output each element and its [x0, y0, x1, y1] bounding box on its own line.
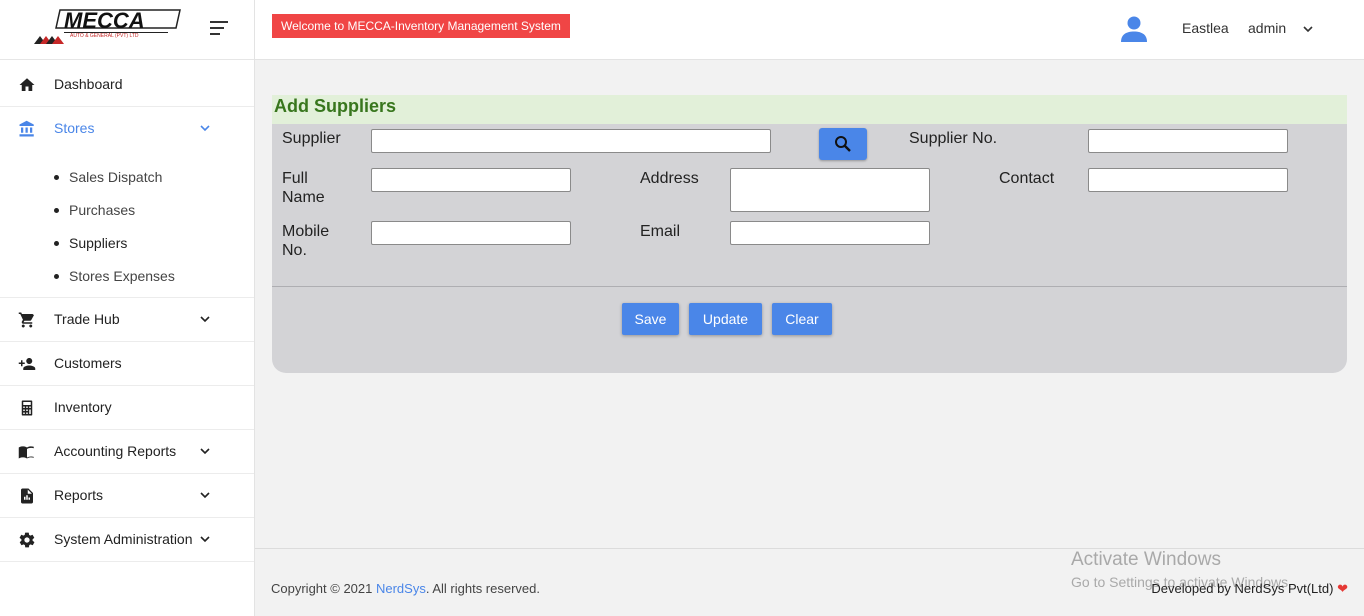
submenu-item-suppliers[interactable]: Suppliers — [54, 235, 127, 251]
heart-icon: ❤ — [1337, 581, 1348, 596]
branch-name: Eastlea — [1182, 20, 1229, 36]
sidebar-item-accounting-reports[interactable]: Accounting Reports — [0, 430, 254, 474]
chevron-down-icon — [200, 316, 210, 323]
user-avatar-icon[interactable] — [1119, 14, 1149, 44]
chevron-down-icon — [200, 448, 210, 455]
sidebar-item-stores[interactable]: Stores — [0, 107, 254, 151]
copyright-text: Copyright © 2021 NerdSys. All rights res… — [271, 581, 540, 596]
add-person-icon — [18, 358, 36, 370]
company-link[interactable]: NerdSys — [376, 581, 426, 596]
topbar: Welcome to MECCA-Inventory Management Sy… — [255, 0, 1364, 60]
sidebar: MECCA AUTO & GENERAL (PVT) LTD Dashboard… — [0, 0, 255, 616]
username[interactable]: admin — [1248, 20, 1286, 36]
update-button[interactable]: Update — [689, 303, 762, 335]
full-name-field[interactable] — [371, 168, 571, 192]
sidebar-item-label: System Administration — [54, 531, 193, 547]
sidebar-item-trade-hub[interactable]: Trade Hub — [0, 298, 254, 342]
supplier-no-field[interactable] — [1088, 129, 1288, 153]
sidebar-item-system-administration[interactable]: System Administration — [0, 518, 254, 562]
mecca-logo: MECCA AUTO & GENERAL (PVT) LTD — [34, 8, 181, 44]
developed-by-text: Developed by NerdSys Pvt(Ltd) ❤ — [1151, 581, 1348, 596]
sidebar-item-label: Reports — [54, 487, 104, 503]
search-button[interactable] — [819, 128, 867, 160]
chevron-down-icon — [200, 125, 210, 132]
search-icon — [835, 136, 851, 152]
clear-button[interactable]: Clear — [772, 303, 832, 335]
sidebar-item-label: Stores — [54, 120, 95, 136]
gear-icon — [19, 532, 35, 548]
sidebar-item-label: Customers — [54, 355, 122, 371]
sidebar-item-customers[interactable]: Customers — [0, 342, 254, 386]
mobile-no-field[interactable] — [371, 221, 571, 245]
book-icon — [18, 446, 34, 459]
footer: Activate Windows Go to Settings to activ… — [255, 548, 1364, 616]
mobile-no-label: Mobile No. — [282, 223, 330, 259]
sidebar-item-label: Trade Hub — [54, 311, 120, 327]
submenu-item-purchases[interactable]: Purchases — [54, 202, 135, 218]
save-button[interactable]: Save — [622, 303, 679, 335]
page-title: Add Suppliers — [274, 96, 397, 116]
chevron-down-icon — [200, 536, 210, 543]
sidebar-item-label: Accounting Reports — [54, 443, 177, 459]
submenu-item-sales-dispatch[interactable]: Sales Dispatch — [54, 169, 162, 185]
menu-toggle-icon[interactable] — [210, 21, 230, 37]
sidebar-item-label: Inventory — [54, 399, 112, 415]
svg-text:AUTO & GENERAL (PVT) LTD: AUTO & GENERAL (PVT) LTD — [70, 33, 139, 39]
supplier-label: Supplier — [282, 130, 341, 147]
logo-area: MECCA AUTO & GENERAL (PVT) LTD — [0, 0, 254, 60]
address-label: Address — [640, 170, 699, 187]
bank-icon — [19, 120, 34, 137]
cart-icon — [18, 312, 34, 328]
welcome-banner: Welcome to MECCA-Inventory Management Sy… — [272, 14, 570, 38]
card-header: Add Suppliers — [272, 95, 1347, 124]
chevron-down-icon[interactable] — [1302, 23, 1314, 35]
submenu-item-stores-expenses[interactable]: Stores Expenses — [54, 268, 175, 284]
sidebar-item-dashboard[interactable]: Dashboard — [0, 63, 254, 107]
sidebar-item-reports[interactable]: Reports — [0, 474, 254, 518]
home-icon — [19, 78, 35, 91]
email-field[interactable] — [730, 221, 930, 245]
supplier-form: Supplier Supplier No. Full Name Address C… — [272, 124, 1347, 373]
divider — [272, 286, 1347, 287]
contact-field[interactable] — [1088, 168, 1288, 192]
calculator-icon — [21, 400, 33, 416]
chevron-down-icon — [200, 492, 210, 499]
sidebar-item-inventory[interactable]: Inventory — [0, 386, 254, 430]
report-icon — [21, 488, 33, 504]
contact-label: Contact — [999, 170, 1055, 187]
supplier-search-input[interactable] — [371, 129, 771, 153]
sidebar-item-label: Dashboard — [54, 76, 123, 92]
address-field[interactable] — [730, 168, 930, 212]
stores-submenu: Sales Dispatch Purchases Suppliers Store… — [0, 151, 254, 298]
full-name-label: Full Name — [282, 170, 325, 206]
email-label: Email — [640, 223, 681, 240]
svg-text:MECCA: MECCA — [64, 8, 145, 33]
supplier-no-label: Supplier No. — [909, 130, 998, 147]
